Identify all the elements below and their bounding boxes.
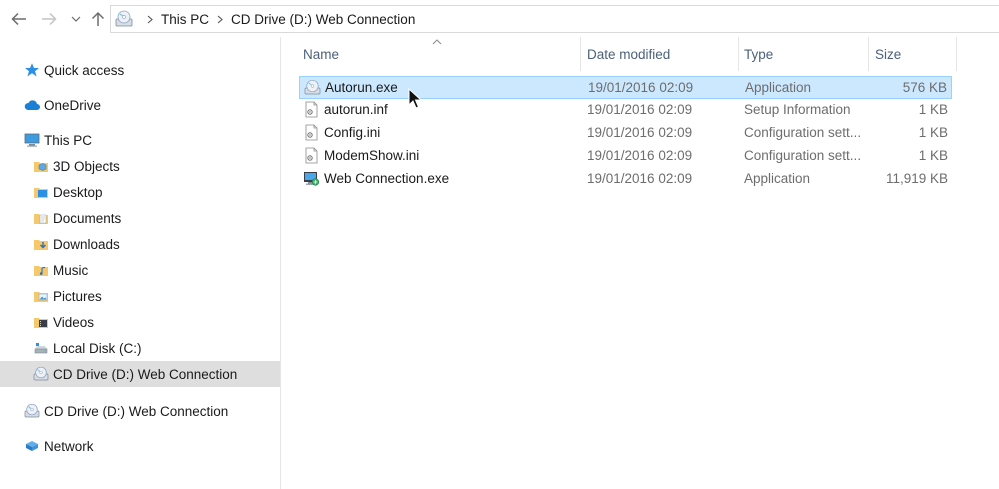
file-size: 1 KB — [918, 102, 948, 117]
file-size: 576 KB — [902, 80, 947, 95]
nav-item-network[interactable]: Network — [0, 433, 280, 459]
computer-icon — [24, 133, 40, 147]
nav-item-label: Desktop — [53, 184, 103, 200]
column-header-label: Name — [303, 46, 340, 62]
nav-item-label: Downloads — [53, 236, 120, 252]
file-row-autorun-inf[interactable]: autorun.inf 19/01/2016 02:09 Setup Infor… — [299, 99, 952, 122]
ini-file-icon — [305, 147, 318, 164]
nav-item-cd-drive[interactable]: CD Drive (D:) Web Connection — [0, 398, 280, 424]
file-date-modified: 19/01/2016 02:09 — [587, 171, 693, 186]
column-header-label: Date modified — [587, 46, 671, 62]
forward-button[interactable] — [39, 9, 59, 29]
file-name: Autorun.exe — [325, 80, 398, 95]
cd-drive-icon — [115, 10, 133, 27]
nav-item-label: This PC — [44, 132, 93, 148]
3d-objects-folder-icon — [34, 162, 48, 172]
nav-item-videos[interactable]: Videos — [0, 309, 280, 335]
documents-folder-icon — [34, 214, 48, 224]
file-size: 1 KB — [918, 148, 948, 163]
nav-item-pictures[interactable]: Pictures — [0, 283, 280, 309]
address-bar-area: This PC CD Drive (D:) Web Connection — [0, 0, 999, 37]
cd-drive-icon — [33, 366, 49, 381]
chevron-down-icon — [71, 16, 81, 22]
back-button[interactable] — [9, 9, 29, 29]
nav-item-3d-objects[interactable]: 3D Objects — [0, 153, 280, 179]
breadcrumb-separator-icon — [217, 15, 223, 24]
nav-item-local-disk[interactable]: Local Disk (C:) — [0, 335, 280, 361]
column-header-type[interactable]: Type — [723, 37, 869, 71]
nav-item-label: CD Drive (D:) Web Connection — [44, 403, 229, 419]
column-header-name[interactable]: Name — [282, 37, 581, 71]
file-name: autorun.inf — [324, 102, 388, 117]
nav-item-label: Pictures — [53, 288, 102, 304]
nav-item-label: OneDrive — [44, 97, 102, 113]
star-icon — [25, 63, 39, 77]
cd-drive-icon — [24, 403, 40, 418]
hard-drive-icon — [34, 343, 48, 354]
file-name: ModemShow.ini — [324, 148, 420, 163]
address-path[interactable]: This PC CD Drive (D:) Web Connection — [110, 5, 999, 33]
file-type: Application — [745, 80, 812, 95]
column-header-label: Size — [875, 46, 902, 62]
nav-item-this-pc[interactable]: This PC — [0, 127, 280, 153]
nav-item-cd-drive-selected[interactable]: CD Drive (D:) Web Connection — [0, 361, 280, 387]
file-size: 11,919 KB — [885, 171, 948, 186]
file-type: Configuration sett... — [744, 148, 862, 163]
web-connection-exe-icon — [304, 172, 320, 186]
nav-item-label: Music — [53, 262, 89, 278]
back-arrow-icon — [11, 12, 26, 26]
nav-item-quick-access[interactable]: Quick access — [0, 57, 280, 83]
file-name: Config.ini — [324, 125, 381, 140]
file-row-web-connection-exe[interactable]: Web Connection.exe 19/01/2016 02:09 Appl… — [299, 168, 952, 191]
nav-item-music[interactable]: Music — [0, 257, 280, 283]
file-date-modified: 19/01/2016 02:09 — [588, 80, 694, 95]
inf-file-icon — [305, 101, 318, 118]
file-type: Configuration sett... — [744, 125, 862, 140]
file-row-config-ini[interactable]: Config.ini 19/01/2016 02:09 Configuratio… — [299, 122, 952, 145]
breadcrumb-cd-drive[interactable]: CD Drive (D:) Web Connection — [231, 12, 415, 27]
recent-locations-button[interactable] — [66, 9, 86, 29]
file-date-modified: 19/01/2016 02:09 — [587, 148, 693, 163]
file-size: 1 KB — [918, 125, 948, 140]
nav-item-label: Local Disk (C:) — [53, 340, 142, 356]
music-folder-icon — [34, 266, 48, 276]
nav-item-label: CD Drive (D:) Web Connection — [53, 366, 238, 382]
nav-item-downloads[interactable]: Downloads — [0, 231, 280, 257]
pictures-folder-icon — [34, 292, 48, 302]
nav-item-label: Videos — [53, 314, 95, 330]
up-button[interactable] — [88, 9, 108, 29]
file-list: Name Date modified Type Size Autorun.exe… — [282, 37, 999, 489]
nav-item-onedrive[interactable]: OneDrive — [0, 92, 280, 118]
nav-item-desktop[interactable]: Desktop — [0, 179, 280, 205]
nav-item-label: Network — [44, 438, 94, 454]
autorun-exe-icon — [304, 79, 321, 95]
breadcrumb-separator-icon — [147, 15, 153, 24]
breadcrumb-this-pc[interactable]: This PC — [161, 12, 209, 27]
navigation-pane: Quick access OneDrive This PC 3D Objects… — [0, 37, 281, 489]
cloud-icon — [24, 100, 40, 110]
desktop-folder-icon — [34, 188, 48, 198]
file-name: Web Connection.exe — [324, 171, 450, 186]
file-date-modified: 19/01/2016 02:09 — [587, 125, 693, 140]
column-header-date-modified[interactable]: Date modified — [566, 37, 739, 71]
nav-item-label: Documents — [53, 210, 122, 226]
mouse-cursor-icon — [408, 88, 422, 109]
up-arrow-icon — [91, 11, 105, 26]
column-header-size[interactable]: Size — [854, 37, 957, 71]
forward-arrow-icon — [42, 12, 57, 26]
nav-item-label: 3D Objects — [53, 158, 120, 174]
file-type: Setup Information — [744, 102, 851, 117]
network-icon — [26, 441, 38, 451]
nav-item-label: Quick access — [44, 62, 125, 78]
nav-item-documents[interactable]: Documents — [0, 205, 280, 231]
column-header-label: Type — [744, 46, 774, 62]
downloads-folder-icon — [34, 240, 48, 250]
ini-file-icon — [305, 124, 318, 141]
videos-folder-icon — [34, 318, 48, 328]
file-row-autorun-exe[interactable]: Autorun.exe 19/01/2016 02:09 Application… — [299, 76, 952, 99]
file-type: Application — [744, 171, 811, 186]
file-row-modemshow-ini[interactable]: ModemShow.ini 19/01/2016 02:09 Configura… — [299, 145, 952, 168]
file-date-modified: 19/01/2016 02:09 — [587, 102, 693, 117]
